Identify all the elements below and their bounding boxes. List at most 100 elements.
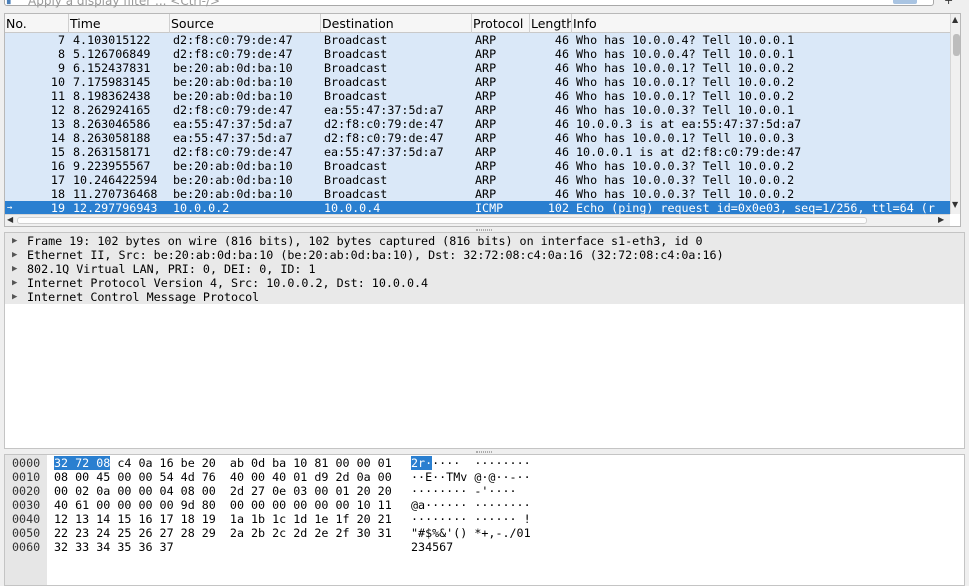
packet-details-pane: ▶ Frame 19: 102 bytes on wire (816 bits),… (4, 232, 965, 449)
cell-no: 17 (50, 173, 65, 187)
byte-hex[interactable]: 12 13 14 15 16 17 18 19 1a 1b 1c 1d 1e 1… (54, 512, 392, 526)
apply-filter-button[interactable] (893, 0, 917, 4)
expand-arrow-icon[interactable]: ▶ (12, 290, 17, 304)
cell-protocol: ARP (475, 75, 497, 89)
packet-row-selected[interactable]: → 19 12.297796943 10.0.0.2 10.0.0.4 ICMP 102 Ec… (5, 201, 950, 215)
byte-row: 0020 00 02 0a 00 00 04 08 00 2d 27 0e 03 … (5, 484, 964, 498)
byte-offset: 0000 (12, 456, 41, 470)
cell-source: d2:f8:c0:79:de:47 (173, 47, 293, 61)
cell-no: 10 (50, 75, 65, 89)
expand-arrow-icon[interactable]: ▶ (12, 248, 17, 262)
cell-info: Who has 10.0.0.1? Tell 10.0.0.3 (576, 131, 795, 145)
packet-row[interactable]: 10 7.175983145 be:20:ab:0d:ba:10 Broadcast A… (5, 75, 950, 89)
packet-list-vertical-scrollbar[interactable]: ▲ ▼ (950, 14, 960, 214)
byte-ascii[interactable]: 234567 (411, 540, 453, 554)
column-header-no[interactable]: No. (5, 14, 69, 33)
cell-length: 46 (554, 159, 569, 173)
byte-ascii-values: ········ ······ ! (411, 512, 531, 526)
cell-protocol: ARP (475, 33, 497, 47)
byte-hex[interactable]: 32 72 08 c4 0a 16 be 20 ab 0d ba 10 81 0… (54, 456, 392, 470)
cell-protocol: ARP (475, 159, 497, 173)
cell-no: 12 (50, 103, 65, 117)
vertical-scroll-thumb[interactable] (953, 34, 960, 56)
column-header-protocol[interactable]: Protocol (472, 14, 530, 33)
byte-ascii[interactable]: "#$%&'() *+,-./01 (411, 526, 531, 540)
detail-tree-label: Internet Control Message Protocol (27, 290, 260, 304)
horizontal-scroll-thumb[interactable] (17, 217, 867, 224)
byte-ascii[interactable]: ··E··TMv @·@··-·· (411, 470, 531, 484)
filter-bookmark-icon[interactable]: ▮ (6, 0, 16, 6)
byte-ascii[interactable]: 2r····· ········ (411, 456, 531, 470)
cell-destination: Broadcast (324, 187, 388, 201)
column-header-time[interactable]: Time (69, 14, 170, 33)
cell-info: Who has 10.0.0.4? Tell 10.0.0.1 (576, 47, 795, 61)
scroll-right-arrow-icon[interactable]: ▶ (938, 215, 944, 224)
cell-no: 16 (50, 159, 65, 173)
cell-destination: Broadcast (324, 159, 388, 173)
scroll-left-arrow-icon[interactable]: ◀ (7, 215, 13, 224)
byte-hex-highlight[interactable]: 32 72 08 (54, 456, 111, 470)
cell-destination: ea:55:47:37:5d:a7 (324, 103, 444, 117)
cell-no: 9 (57, 61, 65, 75)
byte-ascii-values: @a······ ········ (411, 498, 531, 512)
expand-arrow-icon[interactable]: ▶ (12, 234, 17, 248)
cell-length: 46 (554, 187, 569, 201)
cell-time: 4.103015122 (73, 33, 151, 47)
packet-list-horizontal-scrollbar[interactable]: ◀ ▶ (5, 214, 950, 226)
byte-ascii[interactable]: ········ ······ ! (411, 512, 531, 526)
cell-protocol: ARP (475, 187, 497, 201)
detail-tree-item[interactable]: ▶ Ethernet II, Src: be:20:ab:0d:ba:10 (be… (5, 248, 964, 262)
cell-source: be:20:ab:0d:ba:10 (173, 173, 293, 187)
packet-row[interactable]: 14 8.263058188 ea:55:47:37:5d:a7 d2:f8:c0:7… (5, 131, 950, 145)
packet-list-header: No. Time Source Destination Protocol Len… (5, 14, 950, 33)
cell-time: 8.263058188 (73, 131, 151, 145)
packet-row[interactable]: 18 11.270736468 be:20:ab:0d:ba:10 Broadcast… (5, 187, 950, 201)
byte-ascii[interactable]: @a······ ········ (411, 498, 531, 512)
packet-row[interactable]: 12 8.262924165 d2:f8:c0:79:de:47 ea:55:47:3… (5, 103, 950, 117)
display-filter-placeholder: Apply a display filter ... <Ctrl-/> (28, 0, 221, 8)
column-header-info[interactable]: Info (572, 14, 950, 33)
add-expression-button[interactable]: + (944, 0, 953, 7)
packet-row[interactable]: 8 5.126706849 d2:f8:c0:79:de:47 Broadcast AR… (5, 47, 950, 61)
scroll-down-arrow-icon[interactable]: ▼ (952, 200, 958, 209)
cell-destination: Broadcast (324, 89, 388, 103)
packet-row[interactable]: 13 8.263046586 ea:55:47:37:5d:a7 d2:f8:c0:7… (5, 117, 950, 131)
byte-row: 0010 08 00 45 00 00 54 4d 76 40 00 40 01 … (5, 470, 964, 484)
splitter-grip-icon (476, 451, 492, 453)
byte-offset: 0030 (12, 498, 41, 512)
packet-row[interactable]: 7 4.103015122 d2:f8:c0:79:de:47 Broadcast AR… (5, 33, 950, 47)
packet-row[interactable]: 17 10.246422594 be:20:ab:0d:ba:10 Broadcast… (5, 173, 950, 187)
cell-time: 9.223955567 (73, 159, 151, 173)
byte-hex[interactable]: 40 61 00 00 00 00 9d 80 00 00 00 00 00 0… (54, 498, 392, 512)
byte-ascii-highlight[interactable]: 2r· (411, 456, 433, 470)
packet-row[interactable]: 11 8.198362438 be:20:ab:0d:ba:10 Broadcast A… (5, 89, 950, 103)
packet-row[interactable]: 16 9.223955567 be:20:ab:0d:ba:10 Broadcast A… (5, 159, 950, 173)
cell-time: 11.270736468 (73, 187, 158, 201)
byte-hex[interactable]: 00 02 0a 00 00 04 08 00 2d 27 0e 03 00 0… (54, 484, 392, 498)
detail-tree-item[interactable]: ▶ Internet Protocol Version 4, Src: 10.0.… (5, 276, 964, 290)
detail-tree-item[interactable]: ▶ Internet Control Message Protocol (5, 290, 964, 304)
cell-length: 46 (554, 145, 569, 159)
byte-hex[interactable]: 22 23 24 25 26 27 28 29 2a 2b 2c 2d 2e 2… (54, 526, 392, 540)
detail-tree-item[interactable]: ▶ 802.1Q Virtual LAN, PRI: 0, DEI: 0, ID:… (5, 262, 964, 276)
cell-source: ea:55:47:37:5d:a7 (173, 131, 293, 145)
byte-ascii[interactable]: ········ -'···· (411, 484, 531, 498)
packet-row[interactable]: 9 6.152437831 be:20:ab:0d:ba:10 Broadcast AR… (5, 61, 950, 75)
cell-source: d2:f8:c0:79:de:47 (173, 103, 293, 117)
cell-length: 46 (554, 47, 569, 61)
column-header-length[interactable]: Length (530, 14, 572, 33)
column-header-destination[interactable]: Destination (321, 14, 472, 33)
detail-tree-item[interactable]: ▶ Frame 19: 102 bytes on wire (816 bits),… (5, 234, 964, 248)
packet-row[interactable]: 15 8.263158171 d2:f8:c0:79:de:47 ea:55:47:3… (5, 145, 950, 159)
cell-length: 46 (554, 117, 569, 131)
cell-info: Who has 10.0.0.3? Tell 10.0.0.1 (576, 103, 795, 117)
byte-offset: 0010 (12, 470, 41, 484)
cell-source: d2:f8:c0:79:de:47 (173, 33, 293, 47)
scroll-up-arrow-icon[interactable]: ▲ (952, 15, 958, 24)
expand-arrow-icon[interactable]: ▶ (12, 276, 17, 290)
byte-offset: 0040 (12, 512, 41, 526)
byte-hex[interactable]: 08 00 45 00 00 54 4d 76 40 00 40 01 d9 2… (54, 470, 392, 484)
byte-hex[interactable]: 32 33 34 35 36 37 (54, 540, 174, 554)
column-header-source[interactable]: Source (170, 14, 321, 33)
expand-arrow-icon[interactable]: ▶ (12, 262, 17, 276)
